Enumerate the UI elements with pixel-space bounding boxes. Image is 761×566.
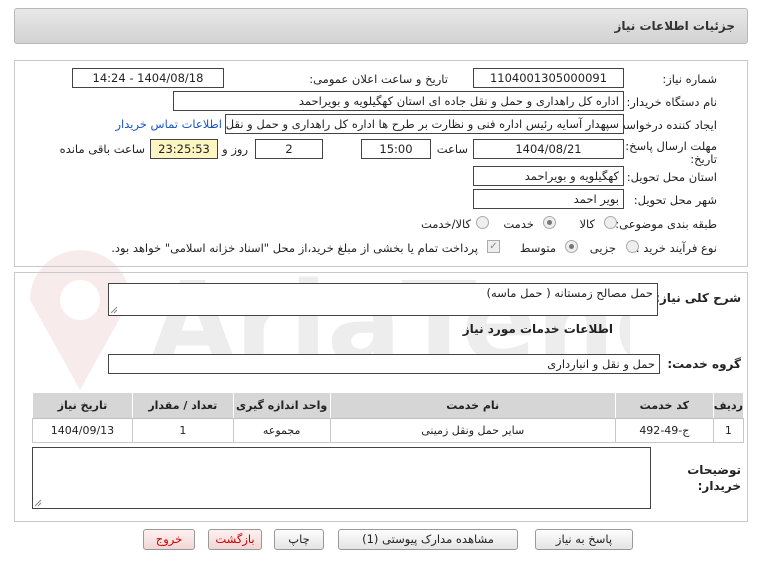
deadline-label-2: تاریخ: bbox=[690, 152, 717, 166]
city-label: شهر محل تحویل: bbox=[633, 193, 717, 207]
province-field: کهگیلویه و بویراحمد bbox=[473, 166, 624, 186]
notes-label-2: خریدار: bbox=[697, 479, 741, 493]
deadline-label-1: مهلت ارسال پاسخ: تا bbox=[614, 139, 717, 153]
category-service-label: خدمت bbox=[503, 217, 534, 231]
treasury-checkbox[interactable]: ✓ bbox=[487, 240, 500, 253]
days-label: روز و bbox=[222, 142, 248, 156]
need-number-field: 1104001305000091 bbox=[473, 68, 624, 88]
remaining-time-field: 23:25:53 bbox=[150, 139, 218, 159]
creator-field: سپهدار آسایه رئیس اداره فنی و نظارت بر ط… bbox=[225, 114, 624, 134]
cell-quantity: 1 bbox=[131, 418, 234, 443]
announce-field: 1404/08/18 - 14:24 bbox=[72, 68, 224, 88]
payment-note: پرداخت تمام یا بخشی از مبلغ خرید،از محل … bbox=[111, 241, 478, 255]
buyer-contact-link[interactable]: اطلاعات تماس خریدار bbox=[115, 117, 222, 131]
summary-label: شرح کلی نیاز: bbox=[655, 291, 741, 305]
service-group-label: گروه خدمت: bbox=[667, 357, 741, 371]
purchase-radio-minor[interactable] bbox=[626, 240, 639, 253]
back-button[interactable]: بازگشت bbox=[208, 529, 262, 550]
cell-service-code: ج-49-492 bbox=[614, 418, 714, 443]
remaining-label: ساعت باقی مانده bbox=[59, 142, 145, 156]
category-radio-goods-service[interactable] bbox=[476, 216, 489, 229]
table-row: 1 ج-49-492 سایر حمل ونقل زمینی مجموعه 1 … bbox=[32, 418, 745, 443]
cell-row-number: 1 bbox=[712, 418, 745, 443]
deadline-date-field: 1404/08/21 bbox=[473, 139, 624, 159]
category-goods-label: کالا bbox=[579, 217, 595, 231]
category-radio-goods[interactable] bbox=[604, 216, 617, 229]
col-need-date: تاریخ نیاز bbox=[32, 392, 133, 419]
buyer-notes-field bbox=[32, 447, 651, 509]
announce-label: تاریخ و ساعت اعلان عمومی: bbox=[309, 72, 448, 86]
summary-resize-handle[interactable] bbox=[110, 306, 118, 314]
deadline-time-field: 15:00 bbox=[361, 139, 431, 159]
page-title: جزئیات اطلاعات نیاز bbox=[614, 19, 735, 33]
city-field: بویر احمد bbox=[473, 189, 624, 209]
deadline-time-label: ساعت bbox=[436, 142, 468, 156]
services-section-title: اطلاعات خدمات مورد نیاز bbox=[462, 322, 613, 336]
purchase-minor-label: جزیی bbox=[589, 241, 616, 255]
exit-button[interactable]: خروج bbox=[143, 529, 195, 550]
col-service-name: نام خدمت bbox=[329, 392, 616, 419]
cell-service-name: سایر حمل ونقل زمینی bbox=[329, 418, 616, 443]
category-goods-service-label: کالا/خدمت bbox=[420, 217, 471, 231]
cell-need-date: 1404/09/13 bbox=[32, 418, 133, 443]
summary-field: حمل مصالح زمستانه ( حمل ماسه) bbox=[108, 283, 658, 316]
category-radio-service[interactable] bbox=[543, 216, 556, 229]
reply-button[interactable]: پاسخ به نیاز bbox=[535, 529, 633, 550]
creator-label: ایجاد کننده درخواست: bbox=[611, 118, 717, 132]
category-label: طبقه بندی موضوعی: bbox=[615, 217, 717, 231]
buyer-org-field: اداره کل راهداری و حمل و نقل جاده ای است… bbox=[173, 91, 624, 111]
table-header-row: ردیف کد خدمت نام خدمت واحد اندازه گیری ت… bbox=[32, 392, 745, 419]
province-label: استان محل تحویل: bbox=[626, 170, 717, 184]
cell-unit: مجموعه bbox=[232, 418, 331, 443]
col-unit: واحد اندازه گیری bbox=[232, 392, 331, 419]
days-field: 2 bbox=[255, 139, 323, 159]
service-group-field: حمل و نقل و انبارداری bbox=[108, 354, 660, 374]
print-button[interactable]: چاپ bbox=[274, 529, 324, 550]
need-number-label: شماره نیاز: bbox=[662, 72, 717, 86]
services-table: ردیف کد خدمت نام خدمت واحد اندازه گیری ت… bbox=[32, 392, 745, 443]
purchase-type-label: نوع فرآیند خرید : bbox=[635, 241, 717, 255]
header-bar: جزئیات اطلاعات نیاز bbox=[14, 8, 748, 44]
buyer-org-label: نام دستگاه خریدار: bbox=[626, 95, 717, 109]
attachments-button[interactable]: مشاهده مدارک پیوستی (1) bbox=[338, 529, 518, 550]
notes-label-1: توضیحات bbox=[687, 463, 741, 477]
col-row-number: ردیف bbox=[712, 392, 745, 419]
purchase-radio-medium[interactable] bbox=[565, 240, 578, 253]
col-service-code: کد خدمت bbox=[614, 392, 714, 419]
purchase-medium-label: متوسط bbox=[519, 241, 556, 255]
col-quantity: تعداد / مقدار bbox=[131, 392, 234, 419]
notes-resize-handle[interactable] bbox=[34, 499, 42, 507]
